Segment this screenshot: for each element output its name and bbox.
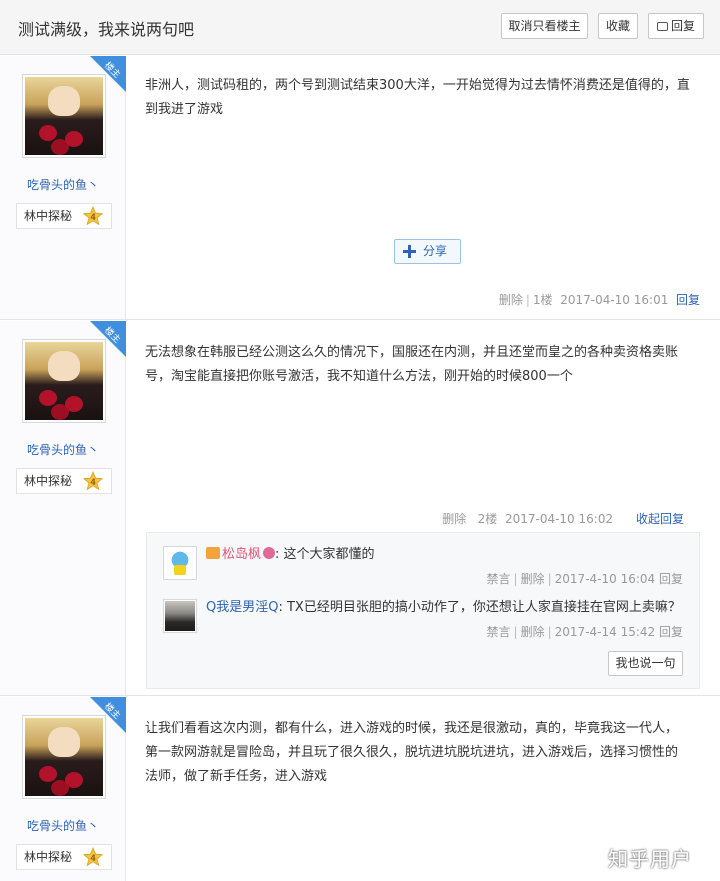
reply-avatar[interactable] (163, 599, 197, 633)
comment-icon (656, 22, 668, 31)
floor-number: 2楼 (477, 512, 498, 526)
author-sidebar: 楼主 吃骨头的鱼丶 林中探秘 4 (0, 56, 126, 319)
reply-link[interactable]: 回复 (676, 293, 700, 307)
level-name: 林中探秘 (24, 850, 73, 864)
share-button[interactable]: 分享 (394, 239, 461, 264)
post-meta: 删除 | 1楼 2017-04-10 16:01 回复 (498, 293, 700, 307)
reply-username[interactable]: 松岛枫 (222, 547, 261, 562)
vip-icon (206, 547, 220, 559)
ban-link[interactable]: 禁言 (487, 625, 511, 639)
reply-meta: 禁言 | 删除 | 2017-4-10 16:04 回复 (486, 572, 683, 586)
level-badge[interactable]: 林中探秘 4 (16, 844, 112, 870)
username-link[interactable]: 吃骨头的鱼丶 (0, 817, 126, 834)
reply-button-label: 回复 (670, 19, 695, 33)
reply-item: Q我是男淫Q: TX已经明目张胆的搞小动作了，你还想让人家直接挂在官网上卖嘛？ … (163, 599, 683, 649)
reply-button[interactable]: 回复 (648, 13, 704, 39)
author-sidebar: 楼主 吃骨头的鱼丶 林中探秘 4 (0, 697, 126, 881)
delete-link[interactable]: 删除 (521, 625, 545, 639)
level-number: 4 (90, 477, 95, 487)
thread-header: 测试满级，我来说两句吧 取消只看楼主 收藏 回复 (0, 0, 720, 55)
reply-meta: 禁言 | 删除 | 2017-4-14 15:42 回复 (486, 625, 683, 639)
add-reply-button[interactable]: 我也说一句 (608, 651, 683, 676)
op-badge: 楼主 (90, 321, 126, 357)
reply-link[interactable]: 回复 (659, 572, 683, 586)
cancel-only-op-button[interactable]: 取消只看楼主 (501, 13, 588, 39)
reply-time: 2017-4-14 15:42 (554, 625, 656, 639)
post-content: 非洲人，测试码租的，两个号到测试结束300大洋，一开始觉得为过去情怀消费还是值得… (145, 78, 690, 117)
post-time: 2017-04-10 16:02 (504, 512, 614, 526)
level-number: 4 (90, 212, 95, 222)
post-meta: 删除 2楼 2017-04-10 16:02 收起回复 (442, 510, 684, 527)
reply-time: 2017-4-10 16:04 (554, 572, 656, 586)
post-content: 让我们看看这次内测，都有什么，进入游戏的时候，我还是很激动，真的，毕竟我这一代人… (145, 721, 679, 784)
level-name: 林中探秘 (24, 209, 73, 223)
floor-number: 1楼 (532, 293, 553, 307)
reply-username[interactable]: Q我是男淫Q (206, 600, 278, 615)
level-star-icon: 4 (83, 847, 103, 867)
delete-link[interactable]: 删除 (499, 293, 523, 307)
level-star-icon: 4 (83, 206, 103, 226)
collapse-replies-link[interactable]: 收起回复 (636, 512, 684, 526)
level-number: 4 (90, 853, 95, 863)
level-name: 林中探秘 (24, 474, 73, 488)
level-star-icon: 4 (83, 471, 103, 491)
member-icon (263, 547, 276, 559)
reply-text: 松岛枫: 这个大家都懂的 (206, 546, 375, 564)
author-sidebar: 楼主 吃骨头的鱼丶 林中探秘 4 (0, 321, 126, 695)
level-badge[interactable]: 林中探秘 4 (16, 468, 112, 494)
delete-link[interactable]: 删除 (442, 512, 466, 526)
level-badge[interactable]: 林中探秘 4 (16, 203, 112, 229)
post-content: 无法想象在韩服已经公测这么久的情况下，国服还在内测，并且还堂而皇之的各种卖资格卖… (145, 345, 679, 384)
username-link[interactable]: 吃骨头的鱼丶 (0, 441, 126, 458)
watermark: 知乎用户 (608, 847, 692, 871)
reply-link[interactable]: 回复 (659, 625, 683, 639)
favorite-button[interactable]: 收藏 (598, 13, 638, 39)
op-badge: 楼主 (90, 697, 126, 733)
op-badge: 楼主 (90, 56, 126, 92)
reply-avatar[interactable] (163, 546, 197, 580)
plus-icon (403, 245, 416, 258)
reply-item: 松岛枫: 这个大家都懂的 禁言 | 删除 | 2017-4-10 16:04 回复 (163, 546, 683, 596)
ban-link[interactable]: 禁言 (487, 572, 511, 586)
post-floor-1: 楼主 吃骨头的鱼丶 林中探秘 4 非洲人，测试码租的，两个号到测试结束300大洋… (0, 56, 720, 320)
username-link[interactable]: 吃骨头的鱼丶 (0, 176, 126, 193)
thread-title: 测试满级，我来说两句吧 (18, 20, 195, 39)
delete-link[interactable]: 删除 (521, 572, 545, 586)
reply-text: Q我是男淫Q: TX已经明目张胆的搞小动作了，你还想让人家直接挂在官网上卖嘛？ (206, 600, 681, 615)
post-time: 2017-04-10 16:01 (560, 293, 669, 307)
reply-thread: 松岛枫: 这个大家都懂的 禁言 | 删除 | 2017-4-10 16:04 回复 Q我… (146, 532, 700, 689)
